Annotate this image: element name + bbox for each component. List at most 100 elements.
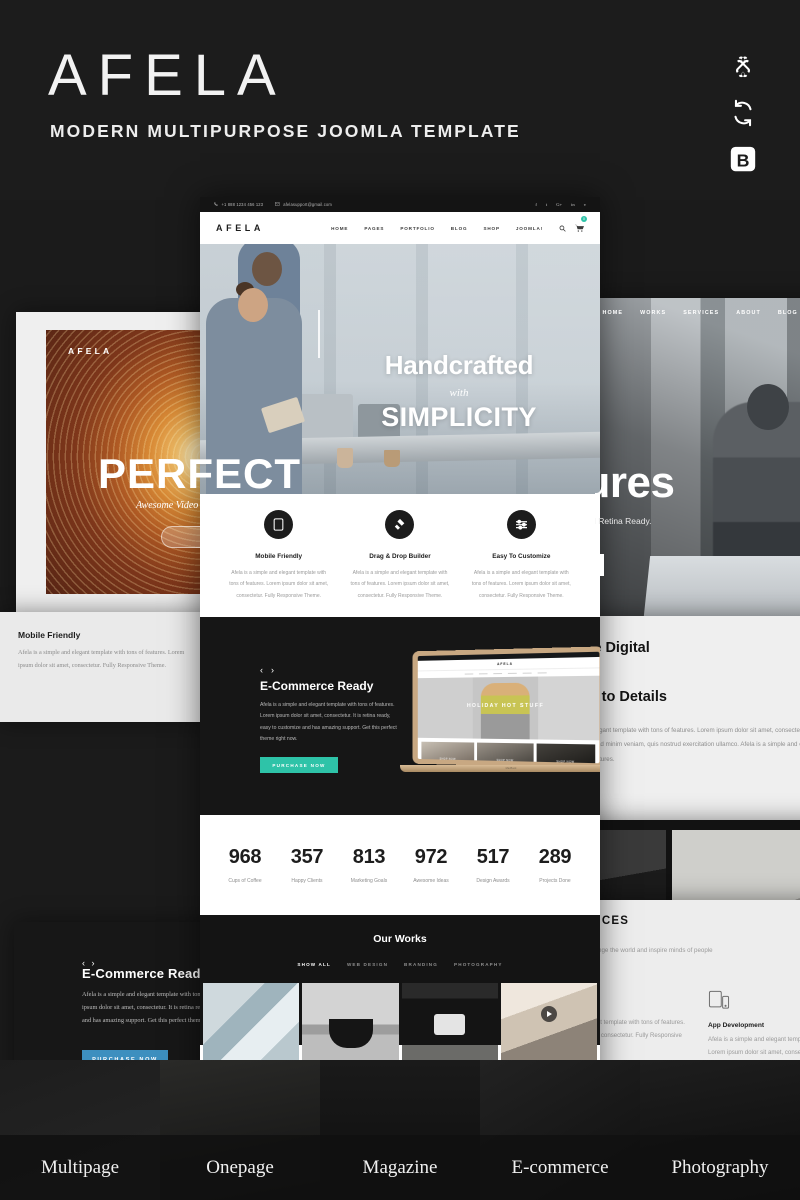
bg-ds-text: Afela is a simple and elegant template w… [576, 727, 800, 763]
portfolio-item[interactable] [302, 983, 399, 1069]
feature-text: Afela is a simple and elegant template w… [350, 570, 450, 599]
bg-nav-menu: HOME WORKS SERVICES ABOUT BLOG CONTACT [595, 308, 800, 317]
purchase-now-button[interactable]: PURCHASE NOW [260, 757, 338, 773]
bg-nav-item: ABOUT [736, 309, 761, 316]
filter-branding[interactable]: BRANDING [404, 962, 438, 967]
counter-label: Design Awards [476, 878, 510, 884]
bg-nav-item: BLOG [777, 309, 798, 316]
phone-contact[interactable]: +1 888 1234 456 123 [214, 202, 263, 207]
prev-arrow-icon[interactable]: ‹ [260, 665, 263, 675]
poster-stage: AFELA MODERN MULTIPURPOSE JOOMLA TEMPLAT… [0, 0, 800, 1200]
bg-logo: AFELA [68, 346, 113, 356]
svg-text:B: B [737, 151, 750, 171]
linkedin-icon[interactable]: in [571, 202, 575, 207]
filter-web-design[interactable]: WEB DESIGN [347, 962, 388, 967]
play-icon[interactable] [540, 1005, 557, 1022]
menu-item-shop[interactable]: SHOP [483, 226, 499, 231]
bg-subline: Awesome Video Background [136, 500, 250, 511]
drag-drop-icon [385, 510, 415, 539]
label-onepage: Onepage [206, 1156, 274, 1178]
label-photography: Photography [671, 1156, 769, 1178]
laptop-mockup: AFELA HOLIDAY HOT STUFF SHOP NOW SHOP NO… [400, 646, 600, 777]
menu-item-pages[interactable]: PAGES [364, 226, 384, 231]
page-title: AFELA [48, 43, 287, 108]
hero-person-seated-head [238, 288, 268, 322]
bg-screen-digital-solutions: Awesome Digital Solutions Attention to D… [576, 616, 800, 820]
mobile-icon [264, 510, 294, 539]
menu-item-home[interactable]: HOME [331, 226, 348, 231]
portfolio-item[interactable] [500, 983, 597, 1069]
counter-value: 357 [290, 846, 324, 868]
label-multipage: Multipage [40, 1156, 120, 1178]
feature-title: Drag & Drop Builder [369, 553, 431, 560]
email-contact[interactable]: afelasupport@gmail.com [275, 202, 332, 207]
feature-card: Easy To Customize Afela is a simple and … [461, 510, 582, 617]
main-menu: HOME PAGES PORTFOLIO BLOG SHOP JOOMLA! [331, 226, 543, 231]
counters-section: 968 Cups of Coffee 357 Happy Clients 813… [200, 815, 600, 915]
phone-icon [214, 202, 218, 207]
mockup-tile-label: SHOP NOW [556, 760, 575, 764]
mockup-hero: HOLIDAY HOT STUFF [417, 675, 600, 741]
bg-hero-table [643, 556, 800, 616]
menu-item-portfolio[interactable]: PORTFOLIO [400, 226, 434, 231]
counter-item: 968 Cups of Coffee [214, 846, 276, 884]
feature-title: Easy To Customize [492, 553, 551, 560]
portfolio-item-shape [329, 1019, 374, 1049]
counter-value: 289 [538, 846, 572, 868]
bg-hero-headline: Features [595, 458, 675, 507]
counter-value: 517 [476, 846, 510, 868]
bg-nav-item: SERVICES [683, 309, 720, 316]
mockup-logo: AFELA [497, 661, 513, 666]
hero-person-standing-head [252, 252, 282, 286]
menu-item-joomla[interactable]: JOOMLA! [516, 226, 543, 231]
next-arrow-icon[interactable]: › [271, 665, 274, 675]
search-icon[interactable] [559, 219, 566, 237]
filter-photography[interactable]: PHOTOGRAPHY [454, 962, 503, 967]
mockup-tile-label: SHOP NOW [439, 757, 456, 761]
site-navbar: AFELA HOME PAGES PORTFOLIO BLOG SHOP JOO… [200, 212, 600, 244]
menu-item-blog[interactable]: BLOG [451, 226, 468, 231]
slider-arrows: ‹ › [260, 665, 274, 675]
mail-icon [275, 202, 280, 207]
counter-item: 813 Marketing Goals [338, 846, 400, 884]
filter-show-all[interactable]: SHOW ALL [297, 962, 331, 967]
portfolio-filters: SHOW ALL WEB DESIGN BRANDING PHOTOGRAPHY [200, 962, 600, 967]
site-logo[interactable]: AFELA [216, 223, 264, 233]
facebook-icon[interactable]: f [535, 202, 537, 207]
laptop-brand-label: MacBook [505, 767, 517, 770]
mockup-product-tile: SHOP NOW [477, 742, 534, 764]
bg-hero-sub1: It is Fully Responsive and Retina Ready. [595, 516, 652, 526]
portfolio-section: Our Works SHOW ALL WEB DESIGN BRANDING P… [200, 915, 600, 1069]
twitter-icon[interactable]: t [546, 202, 547, 207]
hero-title-line2: with [449, 387, 469, 399]
portfolio-item[interactable] [203, 983, 300, 1069]
hero-cup-prop [384, 450, 400, 467]
laptop-screen: AFELA HOLIDAY HOT STUFF SHOP NOW SHOP NO… [417, 651, 600, 764]
tech-badge-group: B [728, 52, 758, 174]
counter-label: Marketing Goals [350, 878, 388, 884]
counter-value: 972 [414, 846, 448, 868]
feature-card: Drag & Drop Builder Afela is a simple an… [339, 510, 460, 617]
counter-label: Cups of Coffee [228, 878, 262, 884]
cart-icon[interactable]: 0 [575, 215, 587, 237]
sliders-icon [506, 510, 536, 539]
counter-label: Awesome Ideas [413, 878, 449, 884]
hero-title-line1: Handcrafted [384, 350, 534, 380]
mockup-hero-title: HOLIDAY HOT STUFF [466, 702, 545, 710]
counter-value: 968 [228, 846, 262, 868]
feature-title: Mobile Friendly [255, 553, 303, 560]
bottom-label-bar: Multipage Onepage Magazine E-commerce Ph… [0, 1135, 800, 1200]
laptop-lid: AFELA HOLIDAY HOT STUFF SHOP NOW SHOP NO… [412, 646, 600, 769]
bg-feature-text: Afela is a simple and elegant template w… [18, 649, 185, 669]
main-template-preview: +1 888 1234 456 123 afelasupport@gmail.c… [200, 197, 600, 1135]
vimeo-icon[interactable]: v [584, 202, 586, 207]
googleplus-icon[interactable]: G+ [556, 202, 562, 207]
responsive-refresh-icon [728, 98, 758, 128]
portfolio-item[interactable] [401, 983, 498, 1069]
mockup-tile-label: SHOP NOW [496, 758, 514, 763]
label-ecommerce: E-commerce [511, 1156, 609, 1178]
bg-nav-item: WORKS [640, 309, 667, 316]
counter-value: 813 [352, 846, 386, 868]
social-links: f t G+ in v [535, 202, 586, 207]
features-section: Mobile Friendly Afela is a simple and el… [200, 494, 600, 617]
